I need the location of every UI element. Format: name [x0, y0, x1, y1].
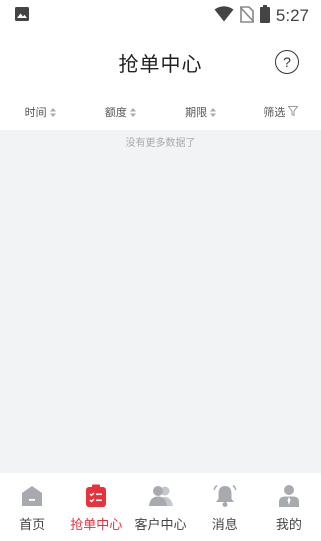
status-time: 5:27: [275, 6, 309, 25]
wifi-icon: [214, 6, 234, 26]
sort-arrows-icon: [129, 107, 136, 117]
filter-time[interactable]: 时间: [0, 104, 80, 120]
battery-icon: [259, 5, 270, 27]
home-icon: [19, 483, 45, 509]
filter-label: 期限: [185, 106, 208, 119]
filter-label: 时间: [24, 106, 47, 119]
tab-label: 首页: [19, 518, 46, 533]
filter-funnel-icon: [287, 105, 299, 119]
tab-customers[interactable]: 客户中心: [128, 483, 192, 533]
tab-label: 客户中心: [134, 518, 187, 533]
help-label: ?: [283, 54, 291, 70]
empty-state-text: 没有更多数据了: [125, 138, 196, 149]
customers-icon: [148, 483, 174, 509]
tab-messages[interactable]: 消息: [193, 483, 257, 533]
bell-icon: [212, 483, 238, 509]
question-circle-icon[interactable]: ?: [275, 50, 299, 74]
filter-label: 筛选: [263, 106, 286, 119]
sort-arrows-icon: [49, 107, 56, 117]
order-list[interactable]: 没有更多数据了: [0, 130, 321, 473]
app-screen: 5:27 抢单中心 ? 时间 额度 期限 筛选 没有更多数据了 首页 抢单中心 …: [0, 0, 321, 541]
status-bar: 5:27: [0, 0, 321, 32]
bottom-tab-bar: 首页 抢单中心 客户中心 消息 我的: [0, 473, 321, 541]
no-sim-icon: [239, 5, 255, 27]
tab-label: 消息: [211, 518, 238, 533]
tab-grab-order[interactable]: 抢单中心: [64, 483, 128, 533]
tab-label: 抢单中心: [70, 518, 123, 533]
sort-arrows-icon: [210, 107, 217, 117]
tab-label: 我的: [275, 518, 302, 533]
image-icon: [14, 6, 30, 26]
header: 抢单中心 ?: [0, 32, 321, 92]
filter-amount[interactable]: 额度: [80, 104, 160, 120]
profile-icon: [276, 483, 302, 509]
page-title: 抢单中心: [118, 51, 203, 76]
filter-screen[interactable]: 筛选: [241, 104, 321, 120]
tab-profile[interactable]: 我的: [257, 483, 321, 533]
tab-home[interactable]: 首页: [0, 483, 64, 533]
grab-order-icon: [83, 483, 109, 509]
filter-label: 额度: [104, 106, 127, 119]
filter-term[interactable]: 期限: [161, 104, 241, 120]
filter-row: 时间 额度 期限 筛选: [0, 95, 321, 129]
